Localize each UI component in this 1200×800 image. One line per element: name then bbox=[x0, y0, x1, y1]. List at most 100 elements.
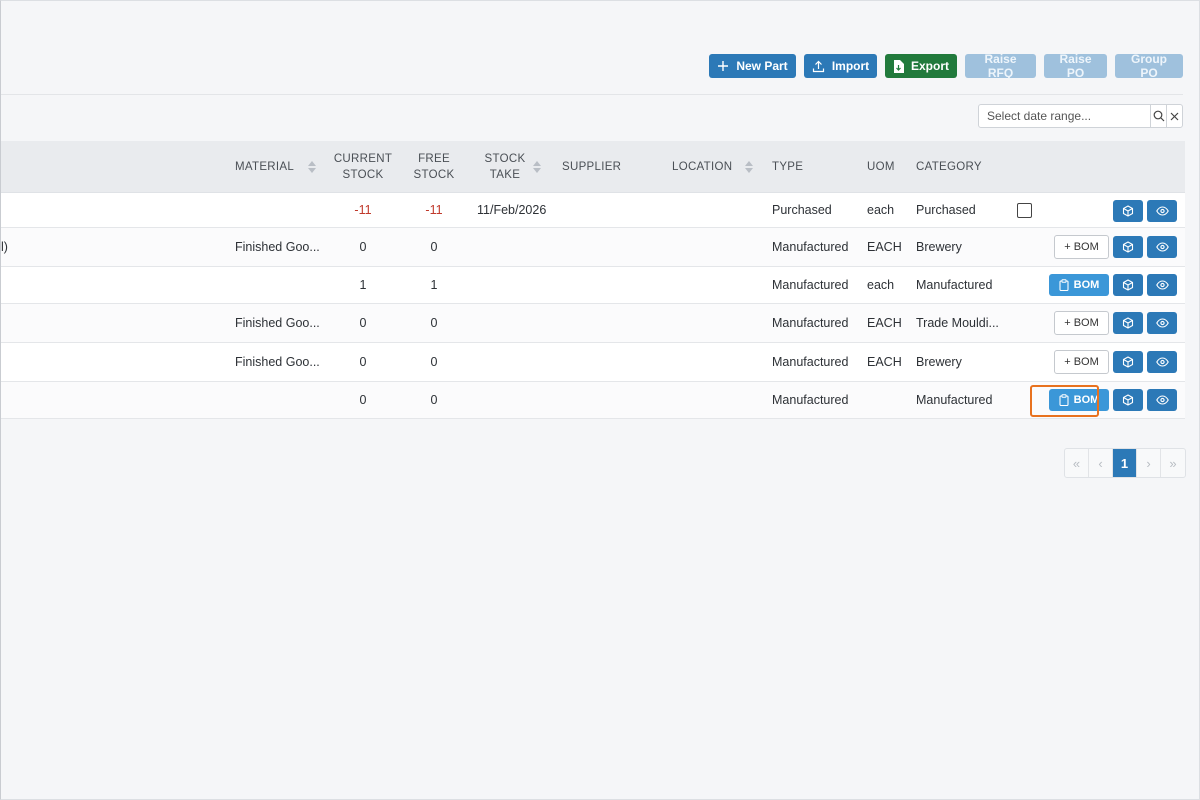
import-label: Import bbox=[831, 59, 870, 73]
category-cell: Trade Mouldi... bbox=[916, 316, 999, 330]
parts-table: MATERIAL CURRENT STOCK FREE STOCK STOCK … bbox=[1, 141, 1185, 419]
date-clear-button[interactable] bbox=[1166, 105, 1182, 127]
bom-button-label: BOM bbox=[1073, 279, 1100, 291]
material-cell: Finished Goo... bbox=[235, 240, 320, 254]
add-bom-button[interactable]: + BOM bbox=[1054, 311, 1109, 335]
column-type-label: TYPE bbox=[772, 161, 804, 173]
date-range-input[interactable] bbox=[979, 105, 1150, 127]
table-row[interactable]: 0 0 Manufactured Manufactured BOM bbox=[1, 382, 1185, 419]
cube-icon bbox=[1122, 394, 1134, 406]
export-button[interactable]: Export bbox=[885, 54, 957, 78]
raise-rfq-label: Raise RFQ bbox=[984, 52, 1017, 80]
column-stock-take[interactable]: STOCK TAKE bbox=[481, 141, 529, 193]
column-stock-take-label-1: STOCK bbox=[484, 153, 526, 165]
view-button[interactable] bbox=[1147, 200, 1177, 222]
group-po-button[interactable]: Group PO bbox=[1115, 52, 1183, 80]
free-stock-cell: 0 bbox=[430, 240, 438, 254]
import-button[interactable]: Import bbox=[804, 54, 877, 78]
column-supplier[interactable]: SUPPLIER bbox=[562, 141, 621, 193]
date-search-button[interactable] bbox=[1150, 105, 1166, 127]
table-row[interactable]: Finished Goo... 0 0 Manufactured EACH Tr… bbox=[1, 304, 1185, 343]
view-button[interactable] bbox=[1147, 312, 1177, 334]
table-row[interactable]: Finished Goo... 0 0 Manufactured EACH Br… bbox=[1, 343, 1185, 382]
uom-cell: each bbox=[867, 203, 895, 217]
stock-button[interactable] bbox=[1113, 236, 1143, 258]
column-current-stock[interactable]: CURRENT STOCK bbox=[329, 141, 397, 193]
column-uom[interactable]: UOM bbox=[867, 141, 895, 193]
raise-rfq-button[interactable]: Raise RFQ bbox=[965, 52, 1036, 80]
row-select-checkbox[interactable] bbox=[1017, 202, 1032, 218]
stock-button[interactable] bbox=[1113, 351, 1143, 373]
category-cell: Manufactured bbox=[916, 393, 993, 407]
search-icon bbox=[1153, 110, 1164, 122]
next-page-button[interactable]: › bbox=[1137, 449, 1161, 477]
uom-cell: EACH bbox=[867, 355, 902, 369]
column-category[interactable]: CATEGORY bbox=[916, 141, 982, 193]
add-bom-button[interactable]: + BOM bbox=[1054, 235, 1109, 259]
bom-button[interactable]: BOM bbox=[1049, 274, 1109, 296]
upload-icon bbox=[812, 60, 825, 73]
column-current-stock-label-2: STOCK bbox=[342, 169, 384, 181]
free-stock-cell: 0 bbox=[430, 316, 438, 330]
table-header: MATERIAL CURRENT STOCK FREE STOCK STOCK … bbox=[1, 141, 1185, 193]
raise-po-button[interactable]: Raise PO bbox=[1044, 52, 1107, 80]
column-location[interactable]: LOCATION bbox=[672, 141, 754, 193]
uom-cell: EACH bbox=[867, 240, 902, 254]
material-cell: Finished Goo... bbox=[235, 316, 320, 330]
sort-icon bbox=[308, 161, 317, 173]
cube-icon bbox=[1122, 356, 1134, 368]
view-button[interactable] bbox=[1147, 389, 1177, 411]
stock-button[interactable] bbox=[1113, 312, 1143, 334]
view-button[interactable] bbox=[1147, 351, 1177, 373]
cube-icon bbox=[1122, 241, 1134, 253]
sort-icon bbox=[533, 161, 541, 173]
column-type[interactable]: TYPE bbox=[772, 141, 803, 193]
column-material[interactable]: MATERIAL bbox=[235, 141, 317, 193]
free-stock-cell: 0 bbox=[430, 355, 438, 369]
pagination: « ‹ 1 › » bbox=[1064, 448, 1186, 478]
current-stock-cell: 0 bbox=[359, 393, 367, 407]
view-button[interactable] bbox=[1147, 236, 1177, 258]
toolbar: New Part Import Export Raise RFQ Raise P… bbox=[709, 52, 1183, 80]
stock-button[interactable] bbox=[1113, 274, 1143, 296]
current-stock-cell: 0 bbox=[359, 355, 367, 369]
column-free-stock-label-1: FREE bbox=[418, 153, 450, 165]
new-part-button[interactable]: New Part bbox=[709, 54, 796, 78]
uom-cell: each bbox=[867, 278, 895, 292]
table-row[interactable]: -11 -11 11/Feb/2026 Purchased each Purch… bbox=[1, 193, 1185, 228]
free-stock-cell: 1 bbox=[430, 278, 438, 292]
plus-icon bbox=[717, 60, 729, 72]
current-stock-cell: 1 bbox=[359, 278, 367, 292]
group-po-label: Group PO bbox=[1131, 52, 1167, 80]
sort-icon bbox=[745, 161, 754, 173]
last-page-button[interactable]: » bbox=[1161, 449, 1185, 477]
column-uom-label: UOM bbox=[867, 161, 895, 173]
column-free-stock-label-2: STOCK bbox=[413, 169, 455, 181]
type-cell: Manufactured bbox=[772, 278, 849, 292]
material-cell: Finished Goo... bbox=[235, 355, 320, 369]
add-bom-button[interactable]: + BOM bbox=[1054, 350, 1109, 374]
type-cell: Purchased bbox=[772, 203, 832, 217]
column-material-label: MATERIAL bbox=[235, 161, 295, 173]
first-page-button[interactable]: « bbox=[1065, 449, 1089, 477]
table-row[interactable]: 1 1 Manufactured each Manufactured BOM bbox=[1, 267, 1185, 304]
type-cell: Manufactured bbox=[772, 240, 849, 254]
eye-icon bbox=[1155, 280, 1169, 290]
stock-button[interactable] bbox=[1113, 389, 1143, 411]
view-button[interactable] bbox=[1147, 274, 1177, 296]
eye-icon bbox=[1155, 242, 1169, 252]
toolbar-divider bbox=[1, 94, 1183, 95]
column-free-stock[interactable]: FREE STOCK bbox=[409, 141, 459, 193]
eye-icon bbox=[1155, 318, 1169, 328]
prev-page-button[interactable]: ‹ bbox=[1089, 449, 1113, 477]
type-cell: Manufactured bbox=[772, 393, 849, 407]
file-export-icon bbox=[893, 59, 904, 73]
focus-highlight bbox=[1030, 385, 1099, 417]
close-icon bbox=[1170, 112, 1179, 120]
table-row[interactable]: l) Finished Goo... 0 0 Manufactured EACH… bbox=[1, 228, 1185, 267]
page-1-button[interactable]: 1 bbox=[1113, 449, 1137, 477]
stock-button[interactable] bbox=[1113, 200, 1143, 222]
column-location-label: LOCATION bbox=[672, 161, 733, 173]
column-stock-take-label-2: TAKE bbox=[489, 169, 521, 181]
free-stock-cell: -11 bbox=[425, 203, 443, 217]
